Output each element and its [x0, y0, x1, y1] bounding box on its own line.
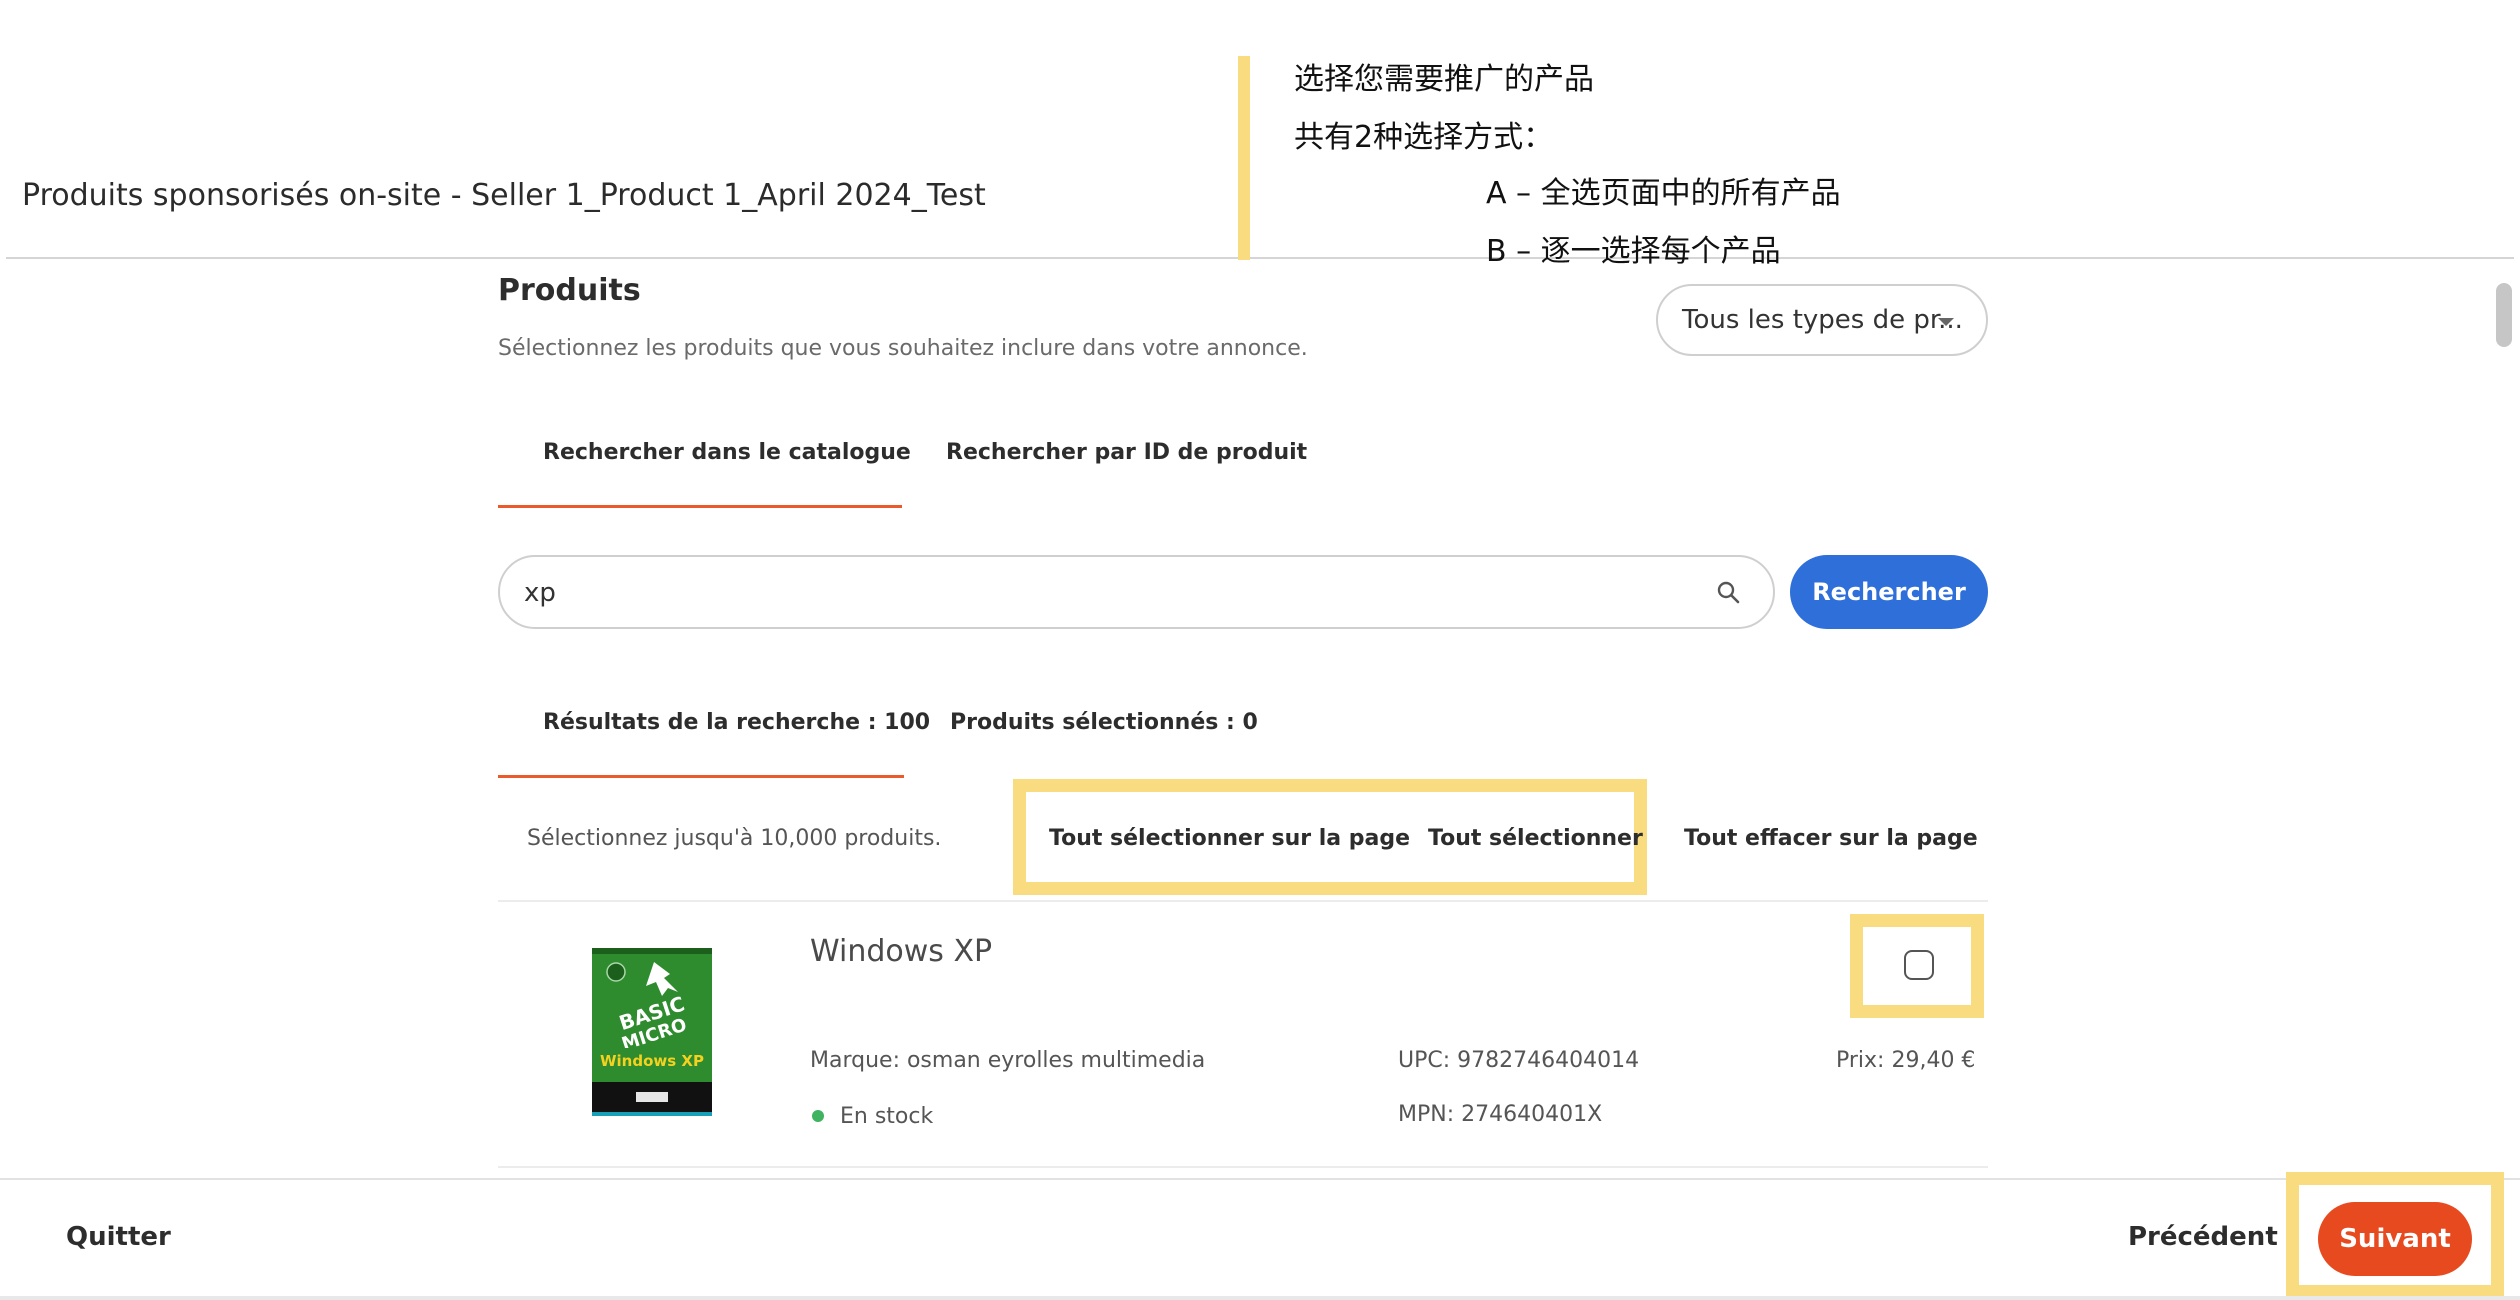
product-thumbnail: BASIC MICRO Windows XP — [592, 948, 712, 1116]
section-description: Sélectionnez les produits que vous souha… — [498, 336, 1308, 361]
annotation-line: 共有2种选择方式： — [1294, 120, 1554, 155]
product-row — [498, 902, 1988, 1166]
select-all-button[interactable]: Tout sélectionner — [1428, 826, 1643, 851]
search-button[interactable]: Rechercher — [1790, 555, 1988, 629]
chevron-down-icon — [1938, 318, 1954, 326]
clear-page-button[interactable]: Tout effacer sur la page — [1684, 826, 1978, 851]
tab-search-by-id[interactable]: Rechercher par ID de produit — [946, 440, 1307, 465]
product-upc: UPC: 9782746404014 — [1398, 1048, 1640, 1073]
previous-button[interactable]: Précédent — [2128, 1222, 2278, 1252]
page-title: Produits sponsorisés on-site - Seller 1_… — [22, 178, 986, 213]
product-stock: En stock — [840, 1104, 934, 1129]
search-field[interactable] — [498, 555, 1775, 629]
tab-selected-products[interactable]: Produits sélectionnés : 0 — [950, 710, 1258, 735]
product-type-dropdown[interactable]: Tous les types de pr... — [1656, 284, 1988, 356]
section-title: Produits — [498, 273, 641, 308]
product-select-checkbox[interactable] — [1904, 950, 1934, 980]
product-name[interactable]: Windows XP — [810, 934, 992, 969]
annotation-line: B – 逐一选择每个产品 — [1486, 234, 1781, 269]
header-divider — [6, 257, 2514, 259]
cover-text: Windows XP — [600, 1052, 704, 1070]
scrollbar-thumb[interactable] — [2496, 283, 2512, 347]
product-brand: Marque: osman eyrolles multimedia — [810, 1048, 1206, 1073]
search-icon[interactable] — [1716, 580, 1742, 606]
annotation-line: A – 全选页面中的所有产品 — [1486, 176, 1841, 211]
next-button[interactable]: Suivant — [2318, 1202, 2472, 1276]
annotation-bar — [1238, 56, 1250, 260]
annotation-line: 选择您需要推广的产品 — [1294, 62, 1594, 97]
list-divider — [498, 1166, 1988, 1168]
footer-divider — [0, 1178, 2520, 1180]
select-page-button[interactable]: Tout sélectionner sur la page — [1049, 826, 1410, 851]
footer-bottom-border — [0, 1296, 2520, 1300]
active-tab-indicator — [498, 505, 902, 508]
product-mpn: MPN: 274640401X — [1398, 1102, 1603, 1127]
tab-search-results[interactable]: Résultats de la recherche : 100 — [543, 710, 930, 735]
selection-limit-text: Sélectionnez jusqu'à 10,000 produits. — [527, 826, 942, 851]
quit-button[interactable]: Quitter — [66, 1222, 171, 1252]
stock-status-dot — [812, 1110, 824, 1122]
search-input[interactable] — [522, 571, 1686, 615]
product-price: Prix: 29,40 € — [1836, 1048, 1976, 1073]
active-tab-indicator — [498, 775, 904, 778]
product-type-dropdown-value: Tous les types de pr... — [1682, 305, 1963, 335]
tab-search-catalog[interactable]: Rechercher dans le catalogue — [543, 440, 911, 465]
